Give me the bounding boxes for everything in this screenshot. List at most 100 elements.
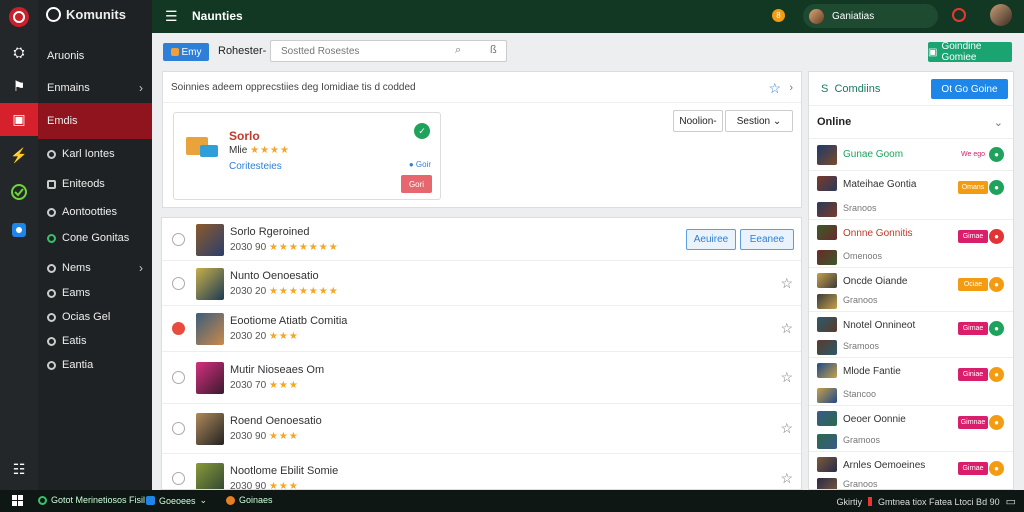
game-name[interactable]: Mutir Nioseaes Om [230,364,324,376]
chevron-right-icon[interactable]: › [789,82,793,94]
message-icon[interactable] [7,218,31,242]
game-name[interactable]: Roend Oenoesatio [230,415,322,427]
star-icon[interactable]: ☆ [768,80,781,97]
community-icon[interactable]: ⛭ [7,40,31,64]
filter-label[interactable]: Rohester- [218,45,266,57]
game-name[interactable]: Nunto Oenoesatio [230,270,319,282]
top-bar: ☰ Naunties 8 Ganiatias [152,0,1024,33]
online-circle-icon [47,233,56,243]
games-icon[interactable]: ▣ [0,103,38,136]
alert-icon[interactable] [952,8,966,22]
sidebar-item-eatis[interactable]: Eatis [38,329,152,353]
sidebar-item-cone-gonitas[interactable]: Cone Gonitas [38,226,152,250]
windows-icon[interactable] [12,495,23,506]
sidebar-item-aontootties[interactable]: Aontootties [38,200,152,224]
friend-row[interactable]: Onnne Gonnitis Omenoos Gimae ● [809,220,1013,268]
friend-badge[interactable]: We ego [958,148,988,161]
sidebar-item-nems[interactable]: Nems › [38,256,152,280]
filter-icon[interactable]: ß [490,44,497,56]
people-icon[interactable]: ⚑ [7,74,31,98]
profile-avatar[interactable] [990,4,1012,26]
row-select-radio[interactable] [172,422,185,435]
lightning-icon[interactable]: ⚡ [7,143,31,167]
friend-row[interactable]: Gunae Goom We ego ● [809,139,1013,171]
friend-badge[interactable]: Gimae [958,230,988,243]
friend-status: Sranoos [843,203,877,213]
table-row[interactable]: Nootlome Ebilit Somie 2030 90 ★★★ ☆ [162,454,801,489]
friend-badge[interactable]: Girnae [958,462,988,475]
delete-button[interactable]: Gori [401,175,432,193]
chevron-right-icon: › [139,261,143,275]
rating-stars: ★★★★ [250,145,290,156]
friend-row[interactable]: Arnles Oemoeines Granoos Girnae ● [809,452,1013,489]
status-dot-icon: ● [989,415,1004,430]
table-row[interactable]: Nunto Oenoesatio 2030 20 ★★★★★★★ ☆ [162,261,801,306]
friend-game-thumb [817,202,837,217]
favorite-star-icon[interactable]: ☆ [780,320,793,337]
chevron-down-icon[interactable]: ⌄ [994,116,1003,129]
taskbar-item-1[interactable]: Gotot Merinetiosos Fisil [38,495,145,505]
table-row[interactable]: Roend Oenoesatio 2030 90 ★★★ ☆ [162,404,801,454]
row-select-radio[interactable] [172,276,185,290]
friend-row[interactable]: Mlode Fantie Stancoo Giniae ● [809,358,1013,406]
add-game-button[interactable]: ▣ Goindine Gomiee [928,41,1012,63]
friend-badge[interactable]: Gimnae [958,416,988,429]
sort-dropdown[interactable]: Noolion- [673,110,723,132]
friend-row[interactable]: Oeoer Oonnie Gramoos Gimnae ● [809,406,1013,452]
row-select-radio[interactable] [172,371,185,384]
row-select-radio[interactable] [172,322,185,335]
favorite-star-icon[interactable]: ☆ [780,420,793,437]
friend-badge[interactable]: Omans [958,181,988,194]
favorite-star-icon[interactable]: ☆ [780,369,793,386]
friend-row[interactable]: Mateihae Gontia Sranoos Omans ● [809,171,1013,220]
game-icon [170,48,179,56]
taskbar-item-3[interactable]: Goinaes [226,495,273,505]
row-select-radio[interactable] [172,232,185,246]
sidebar-item-eams[interactable]: Eams [38,281,152,305]
sidebar-item-emdis[interactable]: Emdis [38,103,152,139]
sidebar-item-eniteods[interactable]: Eniteods [38,172,152,196]
friend-game-thumb [817,340,837,355]
grid-icon[interactable]: ☷ [7,457,31,481]
search-input[interactable] [270,40,507,62]
tray-clock[interactable]: Gmtnea tiox Fatea Ltoci Bd 90 [878,497,1000,507]
row-select-radio[interactable] [172,472,185,485]
search-icon[interactable]: ⌕ [455,44,461,57]
game-subtitle[interactable]: Coritesteies [229,161,282,172]
breadcrumb: Soinnies adeem opprecstiies deg Iomidiae… [171,82,416,93]
game-meta: 2030 20 ★★★ [230,331,299,342]
taskbar-item-2[interactable]: Goeoees ⌄ [146,495,207,506]
table-row[interactable]: Sorlo Rgeroined 2030 90 ★★★★★★★ [162,218,801,261]
favorite-star-icon[interactable]: ☆ [780,275,793,292]
friend-badge[interactable]: Gimae [958,322,988,335]
notification-icon[interactable]: 8 [772,9,785,22]
game-meta: 2030 70 ★★★ [230,380,299,391]
sidebar-item-enmains[interactable]: Enmains › [38,76,152,100]
friends-panel: S Comdiins Ot Go Goine Online ⌄ Gunae Go… [808,71,1014,490]
sidebar-item-aruonis[interactable]: Aruonis [38,44,152,68]
user-menu[interactable]: Ganiatias [803,4,938,28]
section-dropdown[interactable]: Sestion ⌄ [725,110,793,132]
app-logo-icon[interactable] [7,5,31,29]
friend-badge[interactable]: Ociae [958,278,988,291]
sidebar-item-karl-iontes[interactable]: Karl Iontes [38,142,152,166]
game-name[interactable]: Sorlo Rgeroined [230,226,310,238]
game-name[interactable]: Nootlome Ebilit Somie [230,465,338,477]
friend-badge[interactable]: Giniae [958,368,988,381]
check-circle-icon[interactable] [7,180,31,204]
friend-game-thumb [817,434,837,449]
friend-row[interactable]: Nnotel Onnineot Sramoos Gimae ● [809,312,1013,358]
emy-button[interactable]: Emy [163,43,209,61]
sidebar-item-ocias-gel[interactable]: Ocias Gel [38,305,152,329]
favorite-star-icon[interactable]: ☆ [780,470,793,487]
go-online-button[interactable]: Ot Go Goine [931,79,1008,99]
sidebar-item-eantia[interactable]: Eantia [38,353,152,377]
show-desktop-icon[interactable]: ▭ [1006,495,1016,508]
featured-game-card[interactable]: Sorlo Mlie ★★★★ Coritesteies ✓ ● Goir Go… [173,112,441,200]
game-name[interactable]: Eootiome Atiatb Comitia [230,315,347,327]
menu-icon[interactable]: ☰ [165,8,178,25]
table-row[interactable]: Mutir Nioseaes Om 2030 70 ★★★ ☆ [162,352,801,404]
brand[interactable]: Komunits [46,7,126,22]
table-row[interactable]: Eootiome Atiatb Comitia 2030 20 ★★★ ☆ [162,306,801,352]
friend-row[interactable]: Oncde Oiande Granoos Ociae ● [809,268,1013,312]
